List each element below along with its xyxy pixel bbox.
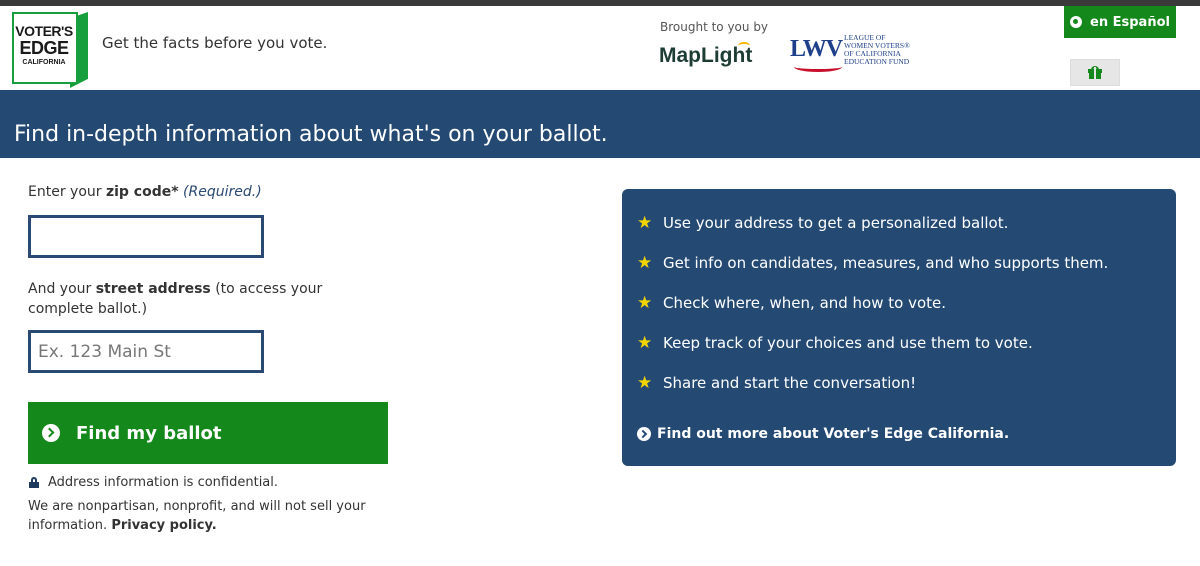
star-icon: ★ <box>637 332 653 353</box>
star-icon: ★ <box>637 252 653 273</box>
zip-label-prefix: Enter your <box>28 184 106 200</box>
feature-item: ★ Check where, when, and how to vote. <box>637 293 1108 313</box>
logo-line-2: EDGE <box>19 38 69 58</box>
feature-text: Share and start the conversation! <box>663 374 917 392</box>
feature-text: Keep track of your choices and use them … <box>663 334 1033 352</box>
voters-edge-logo[interactable]: VOTER'S EDGE CALIFORNIA <box>12 12 88 88</box>
logo-line-3: CALIFORNIA <box>22 59 66 66</box>
lwv-swoosh <box>794 62 842 72</box>
nonpartisan-note: We are nonpartisan, nonprofit, and will … <box>28 497 388 535</box>
lwv-text: LEAGUE OF WOMEN VOTERS® OF CALIFORNIA ED… <box>844 33 910 66</box>
globe-icon <box>1070 16 1083 28</box>
confidential-text: Address information is confidential. <box>48 475 279 490</box>
privacy-policy-link[interactable]: Privacy policy. <box>111 518 216 533</box>
language-toggle-label: en Español <box>1090 14 1170 30</box>
feature-text: Get info on candidates, measures, and wh… <box>663 254 1109 272</box>
page-title: Find in-depth information about what's o… <box>14 122 608 147</box>
feature-item: ★ Get info on candidates, measures, and w… <box>637 253 1108 273</box>
zip-label-strong: zip code* <box>105 184 179 200</box>
find-out-more-link[interactable]: Find out more about Voter's Edge Califor… <box>637 426 1009 442</box>
zip-label: Enter your zip code* (Required.) <box>28 182 388 202</box>
lwv-logo[interactable]: LWV LEAGUE OF WOMEN VOTERS® OF CALIFORNI… <box>790 32 930 76</box>
star-icon: ★ <box>637 372 653 393</box>
street-label: And your street address (to access your … <box>28 279 358 319</box>
lock-icon <box>29 477 39 488</box>
find-out-more-label: Find out more about Voter's Edge Califor… <box>657 426 1010 442</box>
brought-by-label: Brought to you by <box>660 20 769 34</box>
maplight-signal-icon <box>738 42 750 50</box>
find-my-ballot-button[interactable]: Find my ballot <box>28 402 388 464</box>
zip-code-input[interactable] <box>28 215 264 258</box>
ballot-lookup-form: Enter your zip code* (Required.) And you… <box>28 182 388 535</box>
feature-item: ★ Share and start the conversation! <box>637 373 1108 393</box>
confidential-note: Address information is confidential. <box>28 475 388 490</box>
logo-line-1: VOTER'S <box>15 23 73 39</box>
hero-banner: Find in-depth information about what's o… <box>0 90 1200 158</box>
street-address-input[interactable] <box>28 330 264 373</box>
donate-button[interactable] <box>1070 59 1120 86</box>
feature-item: ★ Use your address to get a personalized … <box>637 213 1108 233</box>
required-note: (Required.) <box>183 184 262 200</box>
gift-icon <box>1088 65 1102 79</box>
street-label-prefix: And your <box>28 281 96 297</box>
feature-item: ★ Keep track of your choices and use them… <box>637 333 1108 353</box>
chevron-circle-right-icon <box>637 427 651 441</box>
street-label-strong: street address <box>95 281 211 297</box>
feature-text: Use your address to get a personalized b… <box>663 214 1009 232</box>
lwv-mark: LWV <box>790 36 843 62</box>
feature-text: Check where, when, and how to vote. <box>663 294 947 312</box>
site-header: VOTER'S EDGE CALIFORNIA Get the facts be… <box>0 6 1200 90</box>
logo-text: VOTER'S EDGE CALIFORNIA <box>15 24 73 66</box>
language-toggle-button[interactable]: en Español <box>1064 6 1176 38</box>
find-my-ballot-label: Find my ballot <box>76 422 222 444</box>
star-icon: ★ <box>637 212 653 233</box>
features-panel: ★ Use your address to get a personalized … <box>622 189 1176 466</box>
chevron-circle-right-icon <box>42 424 60 442</box>
tagline: Get the facts before you vote. <box>102 34 328 52</box>
star-icon: ★ <box>637 292 653 313</box>
features-list: ★ Use your address to get a personalized … <box>637 213 1108 413</box>
